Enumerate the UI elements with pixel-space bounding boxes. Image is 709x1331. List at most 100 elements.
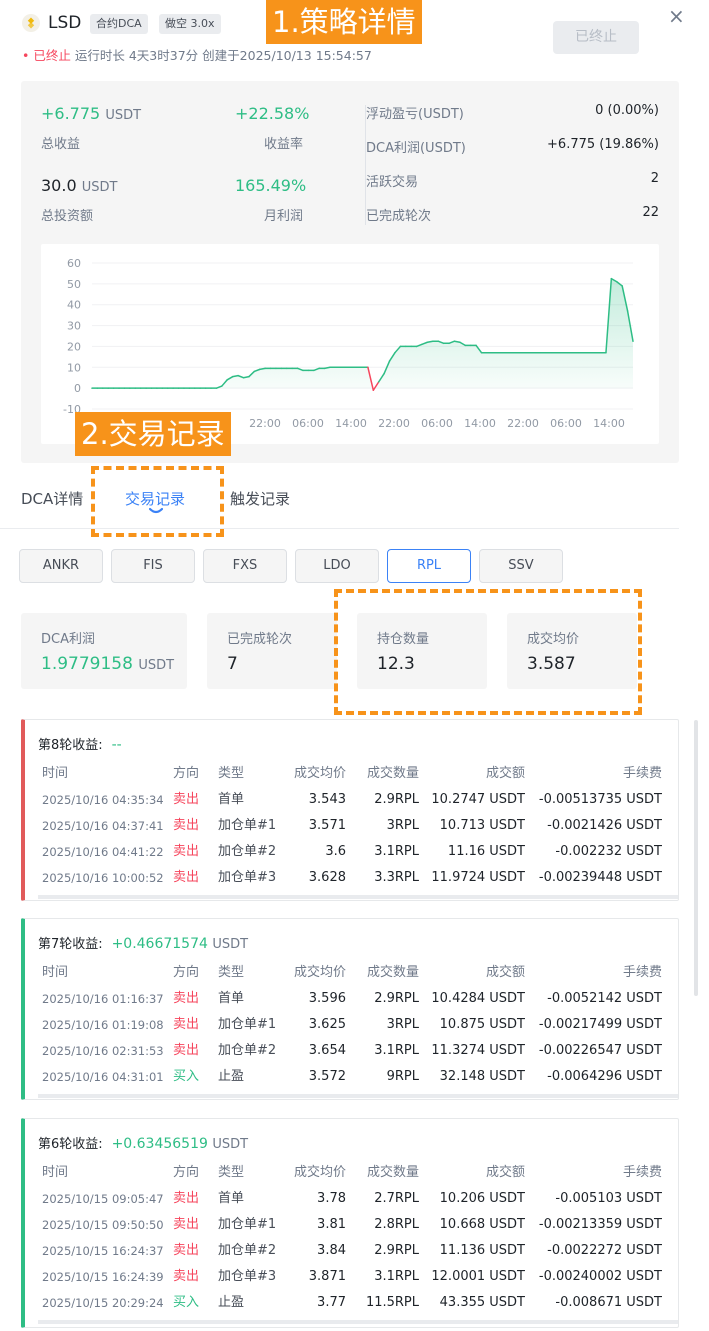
cell-avg-price: 3.77	[317, 1295, 346, 1310]
cell-fee: -0.00226547 USDT	[538, 1043, 662, 1058]
column-header-amount: 成交额	[485, 766, 525, 781]
cell-fee: -0.00217499 USDT	[538, 1017, 662, 1032]
scrollbar[interactable]	[694, 720, 698, 996]
coin-chip-rpl[interactable]: RPL	[387, 549, 471, 583]
cell-amount: 11.3274 USDT	[431, 1043, 525, 1058]
round-title: 第7轮收益: +0.46671574 USDT	[38, 933, 248, 952]
cell-fee: -0.0064296 USDT	[547, 1069, 662, 1084]
highlight-box-tab	[91, 466, 224, 537]
cell-quantity: 2.8RPL	[374, 1217, 419, 1232]
cell-direction: 卖出	[173, 818, 200, 833]
cell-direction: 买入	[173, 1295, 200, 1310]
cell-type: 首单	[218, 792, 245, 807]
total-invest: 30.0 USDT	[41, 176, 117, 195]
cell-fee: -0.002232 USDT	[555, 844, 662, 859]
x-tick-label: 14:00	[335, 417, 367, 430]
stat-dca-profit-unit: USDT	[138, 658, 175, 673]
coin-logo-icon	[22, 14, 40, 32]
total-invest-value: 30.0	[41, 176, 77, 195]
cell-fee: -0.00240002 USDT	[538, 1269, 662, 1284]
cell-time: 2025/10/16 04:31:01	[42, 1070, 164, 1084]
round-profit-value: +0.46671574	[111, 936, 208, 952]
coin-chip-ankr[interactable]: ANKR	[19, 549, 103, 583]
table-row: 2025/10/15 16:24:39 卖出 加仓单#3 3.871 3.1RPL 12.…	[25, 1264, 678, 1290]
cell-quantity: 3RPL	[386, 818, 419, 833]
total-profit: +6.775 USDT	[41, 104, 141, 123]
cell-avg-price: 3.572	[308, 1069, 346, 1084]
pair-name: LSD	[48, 13, 82, 33]
column-header-quantity: 成交数量	[366, 1165, 419, 1180]
coin-chip-fis[interactable]: FIS	[111, 549, 195, 583]
close-icon[interactable]: ×	[668, 4, 685, 28]
y-tick-label: 20	[67, 340, 81, 353]
chart-area-fill	[92, 278, 633, 391]
cell-time: 2025/10/16 04:41:22	[42, 845, 164, 859]
round-profit-unit: USDT	[212, 1137, 249, 1152]
table-header-row: 时间 方向 类型 成交均价 成交数量 成交额 手续费	[25, 1160, 678, 1186]
monthly-rate: 165.49%	[235, 176, 307, 195]
created-label: 创建于	[202, 48, 240, 63]
cell-quantity: 2.7RPL	[374, 1191, 419, 1206]
coin-chip-ssv[interactable]: SSV	[479, 549, 563, 583]
coin-chip-ldo[interactable]: LDO	[295, 549, 379, 583]
direction-tag: 做空 3.0x	[159, 14, 221, 34]
cell-quantity: 3.1RPL	[374, 1043, 419, 1058]
cell-fee: -0.0052142 USDT	[547, 991, 662, 1006]
cell-amount: 32.148 USDT	[439, 1069, 525, 1084]
completed-rounds-label: 已完成轮次	[366, 209, 432, 224]
tab-dca-detail[interactable]: DCA详情	[21, 488, 83, 509]
column-header-fee: 手续费	[622, 766, 662, 781]
x-tick-label: 14:00	[464, 417, 496, 430]
created-at: 2025/10/13 15:54:57	[239, 48, 372, 63]
horizontal-scrollbar[interactable]	[38, 1320, 678, 1324]
strategy-overview-card: +6.775 USDT 总收益 +22.58% 收益率 30.0 USDT 总投…	[21, 81, 679, 463]
table-row: 2025/10/16 10:00:52 卖出 加仓单#3 3.628 3.3RPL 11.…	[25, 865, 678, 891]
cell-type: 首单	[218, 1191, 245, 1206]
cell-amount: 11.16 USDT	[447, 844, 525, 859]
cell-fee: -0.008671 USDT	[555, 1295, 662, 1310]
cell-direction: 卖出	[173, 1043, 200, 1058]
cell-amount: 43.355 USDT	[439, 1295, 525, 1310]
cell-amount: 10.2747 USDT	[431, 792, 525, 807]
coin-chip-fxs[interactable]: FXS	[203, 549, 287, 583]
stat-value: 7	[227, 654, 238, 674]
column-header-type: 类型	[218, 766, 245, 781]
round-title: 第6轮收益: +0.63456519 USDT	[38, 1133, 248, 1152]
cell-fee: -0.005103 USDT	[555, 1191, 662, 1206]
floating-pnl-label: 浮动盈亏(USDT)	[366, 107, 464, 122]
cell-direction: 卖出	[173, 792, 200, 807]
column-header-avg-price: 成交均价	[293, 965, 346, 980]
cell-time: 2025/10/16 04:37:41	[42, 819, 164, 833]
floating-pnl-value: 0 (0.00%)	[595, 103, 659, 118]
cell-avg-price: 3.596	[308, 991, 346, 1006]
round-profit: +0.63456519 USDT	[103, 1136, 249, 1152]
y-tick-label: 50	[67, 278, 81, 291]
cell-fee: -0.00239448 USDT	[538, 870, 662, 885]
monthly-rate-label: 月利润	[264, 209, 304, 224]
horizontal-scrollbar[interactable]	[38, 1094, 678, 1098]
table-row: 2025/10/16 04:37:41 卖出 加仓单#1 3.571 3RPL 10.71…	[25, 813, 678, 839]
stopped-button: 已终止	[553, 21, 639, 54]
round-profit-unit: USDT	[212, 937, 249, 952]
cell-type: 首单	[218, 991, 245, 1006]
cell-quantity: 3.3RPL	[374, 870, 419, 885]
horizontal-scrollbar[interactable]	[38, 895, 678, 899]
cell-amount: 11.9724 USDT	[431, 870, 525, 885]
cell-avg-price: 3.871	[308, 1269, 346, 1284]
stat-dca-profit: DCA利润 1.9779158 USDT	[21, 613, 187, 689]
tab-trigger-records[interactable]: 触发记录	[230, 488, 290, 509]
round-title-text: 第8轮收益:	[38, 738, 103, 753]
round-title: 第8轮收益: --	[38, 734, 122, 753]
y-tick-label: 30	[67, 320, 81, 333]
stat-label: DCA利润	[41, 632, 95, 647]
cell-time: 2025/10/16 10:00:52	[42, 871, 164, 885]
round-card: 第8轮收益: -- 时间 方向 类型 成交均价 成交数量 成交额 手续费 2025/10/16…	[21, 719, 679, 901]
cell-fee: -0.00213359 USDT	[538, 1217, 662, 1232]
runtime-label: 运行时长	[74, 48, 125, 63]
cell-avg-price: 3.571	[308, 818, 346, 833]
cell-amount: 12.0001 USDT	[431, 1269, 525, 1284]
cell-avg-price: 3.543	[308, 792, 346, 807]
column-header-time: 时间	[42, 965, 69, 980]
table-row: 2025/10/16 01:19:08 卖出 加仓单#1 3.625 3RPL 10.87…	[25, 1012, 678, 1038]
cell-amount: 11.136 USDT	[439, 1243, 525, 1258]
